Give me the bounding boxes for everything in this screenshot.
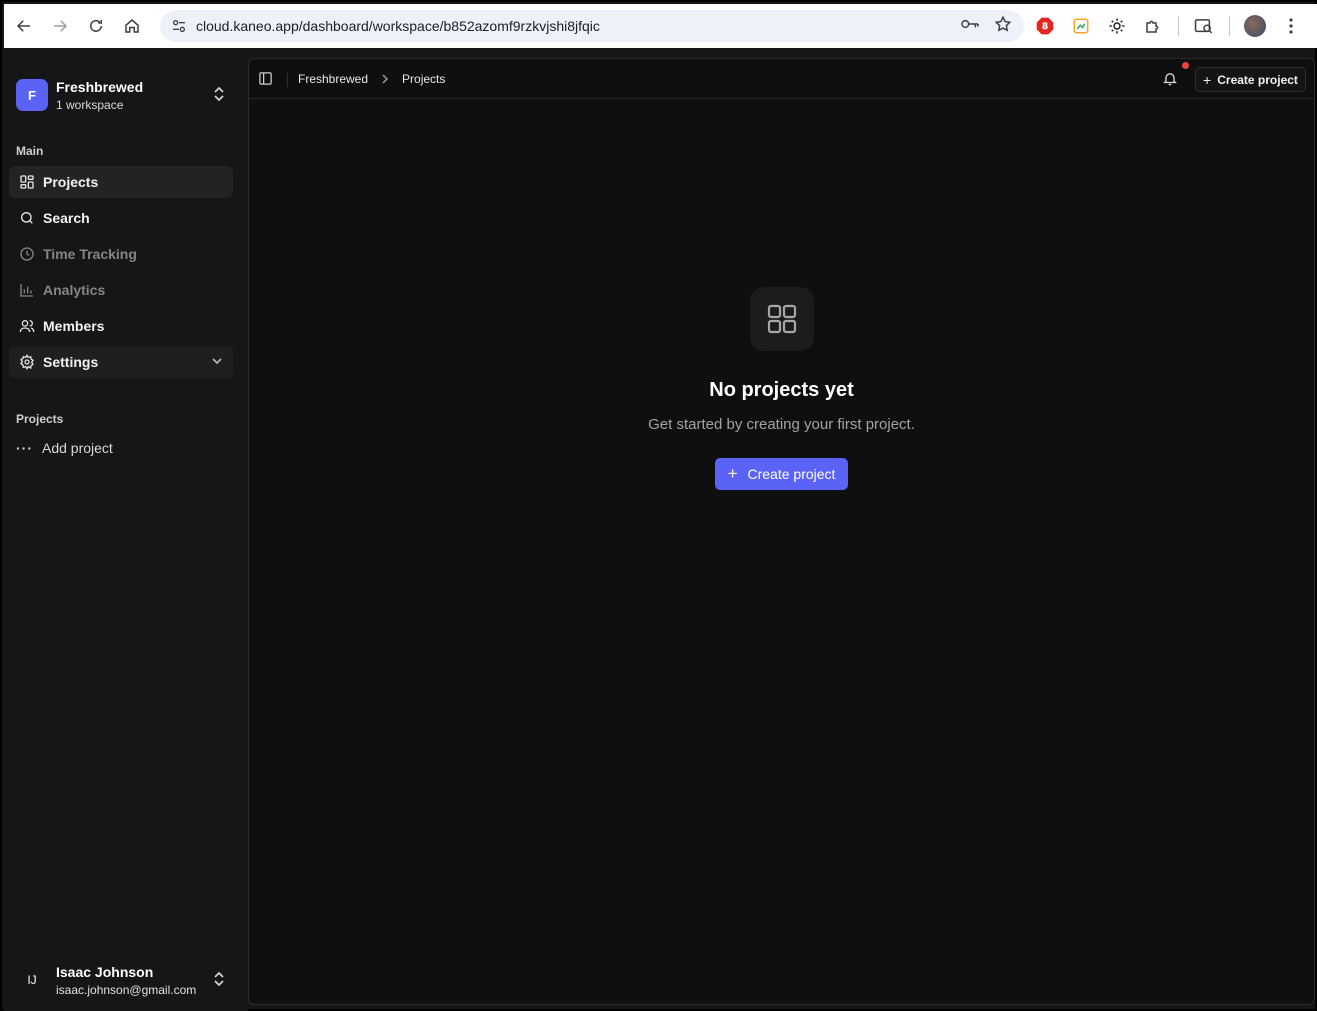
sidebar-item-settings[interactable]: Settings bbox=[9, 346, 233, 378]
password-key-icon[interactable] bbox=[960, 17, 980, 36]
adblock-extension-icon[interactable] bbox=[1034, 15, 1056, 37]
browser-profile-avatar[interactable] bbox=[1244, 15, 1266, 37]
notification-dot bbox=[1182, 62, 1189, 69]
gear-extension-icon[interactable] bbox=[1106, 15, 1128, 37]
add-project-label: Add project bbox=[42, 440, 113, 456]
gear-icon bbox=[19, 354, 35, 370]
home-icon[interactable] bbox=[114, 8, 150, 44]
tab-search-icon[interactable] bbox=[1193, 15, 1215, 37]
user-menu[interactable]: IJ Isaac Johnson isaac.johnson@gmail.com bbox=[16, 962, 238, 998]
empty-state: No projects yet Get started by creating … bbox=[249, 287, 1314, 490]
reload-icon[interactable] bbox=[78, 8, 114, 44]
workspace-subtitle: 1 workspace bbox=[56, 97, 124, 112]
chevrons-up-down-icon bbox=[212, 971, 226, 992]
plus-icon: + bbox=[1203, 71, 1212, 88]
forward-icon[interactable] bbox=[42, 8, 78, 44]
breadcrumb: Freshbrewed Projects bbox=[298, 72, 445, 86]
sidebar-item-search[interactable]: Search bbox=[9, 202, 233, 234]
breadcrumb-projects[interactable]: Projects bbox=[402, 72, 445, 86]
top-bar: Freshbrewed Projects + Create project bbox=[249, 59, 1314, 99]
sidebar-item-members[interactable]: Members bbox=[9, 310, 233, 342]
extensions-area bbox=[1034, 4, 1302, 48]
plus-icon: + bbox=[727, 464, 738, 483]
bar-chart-icon bbox=[19, 282, 35, 298]
grid-icon bbox=[19, 174, 35, 190]
workspace-switcher[interactable]: F Freshbrewed 1 workspace bbox=[16, 78, 238, 112]
empty-state-subtitle: Get started by creating your first proje… bbox=[648, 416, 915, 433]
puzzle-extensions-icon[interactable] bbox=[1142, 15, 1164, 37]
users-icon bbox=[19, 318, 35, 334]
site-settings-icon[interactable] bbox=[164, 18, 194, 34]
clock-icon bbox=[19, 246, 35, 262]
sidebar-item-label: Search bbox=[43, 210, 90, 226]
create-project-button[interactable]: + Create project bbox=[1195, 67, 1306, 92]
back-icon[interactable] bbox=[6, 8, 42, 44]
workspace-name: Freshbrewed bbox=[56, 78, 144, 95]
bell-icon[interactable] bbox=[1162, 70, 1178, 92]
sidebar-item-label: Analytics bbox=[43, 282, 106, 298]
sidebar-item-projects[interactable]: Projects bbox=[9, 166, 233, 198]
create-project-cta-label: Create project bbox=[747, 466, 836, 482]
user-avatar: IJ bbox=[27, 973, 37, 987]
section-label-projects: Projects bbox=[16, 412, 64, 426]
sidebar-item-label: Time Tracking bbox=[43, 246, 137, 262]
color-extension-icon[interactable] bbox=[1070, 15, 1092, 37]
create-project-cta-button[interactable]: + Create project bbox=[715, 458, 848, 490]
sidebar-item-time-tracking[interactable]: Time Tracking bbox=[9, 238, 233, 270]
sidebar-item-label: Settings bbox=[43, 354, 99, 370]
chevrons-up-down-icon bbox=[212, 86, 226, 107]
search-icon bbox=[19, 210, 35, 226]
sidebar-toggle-icon[interactable] bbox=[258, 71, 273, 91]
browser-toolbar: cloud.kaneo.app/dashboard/workspace/b852… bbox=[4, 4, 1317, 48]
main-panel: Freshbrewed Projects + Create project No… bbox=[248, 58, 1315, 1005]
toolbar-separator bbox=[1229, 16, 1230, 36]
user-name: Isaac Johnson bbox=[56, 963, 154, 980]
sidebar-item-label: Projects bbox=[43, 174, 99, 190]
toolbar-separator bbox=[1178, 16, 1179, 36]
breadcrumb-workspace[interactable]: Freshbrewed bbox=[298, 72, 368, 86]
section-label-main: Main bbox=[16, 144, 44, 158]
url-text[interactable]: cloud.kaneo.app/dashboard/workspace/b852… bbox=[196, 18, 600, 34]
address-bar[interactable]: cloud.kaneo.app/dashboard/workspace/b852… bbox=[160, 10, 1024, 42]
more-dots-icon: ··· bbox=[16, 440, 33, 456]
add-project-button[interactable]: ··· Add project bbox=[16, 440, 113, 456]
sidebar-item-analytics[interactable]: Analytics bbox=[9, 274, 233, 306]
create-project-label: Create project bbox=[1217, 72, 1298, 87]
user-email: isaac.johnson@gmail.com bbox=[56, 982, 197, 997]
empty-state-title: No projects yet bbox=[709, 379, 854, 401]
chevron-right-icon bbox=[381, 74, 389, 84]
workspace-avatar: F bbox=[16, 79, 48, 111]
sidebar: F Freshbrewed 1 workspace Main Projects … bbox=[4, 50, 248, 1011]
grid-icon bbox=[749, 287, 814, 351]
kebab-menu-icon[interactable] bbox=[1280, 15, 1302, 37]
sidebar-item-label: Members bbox=[43, 318, 105, 334]
app-window: cloud.kaneo.app/dashboard/workspace/b852… bbox=[0, 0, 1317, 1011]
bookmark-star-icon[interactable] bbox=[994, 15, 1012, 38]
topbar-divider bbox=[287, 73, 288, 87]
chevron-down-icon bbox=[211, 354, 223, 370]
